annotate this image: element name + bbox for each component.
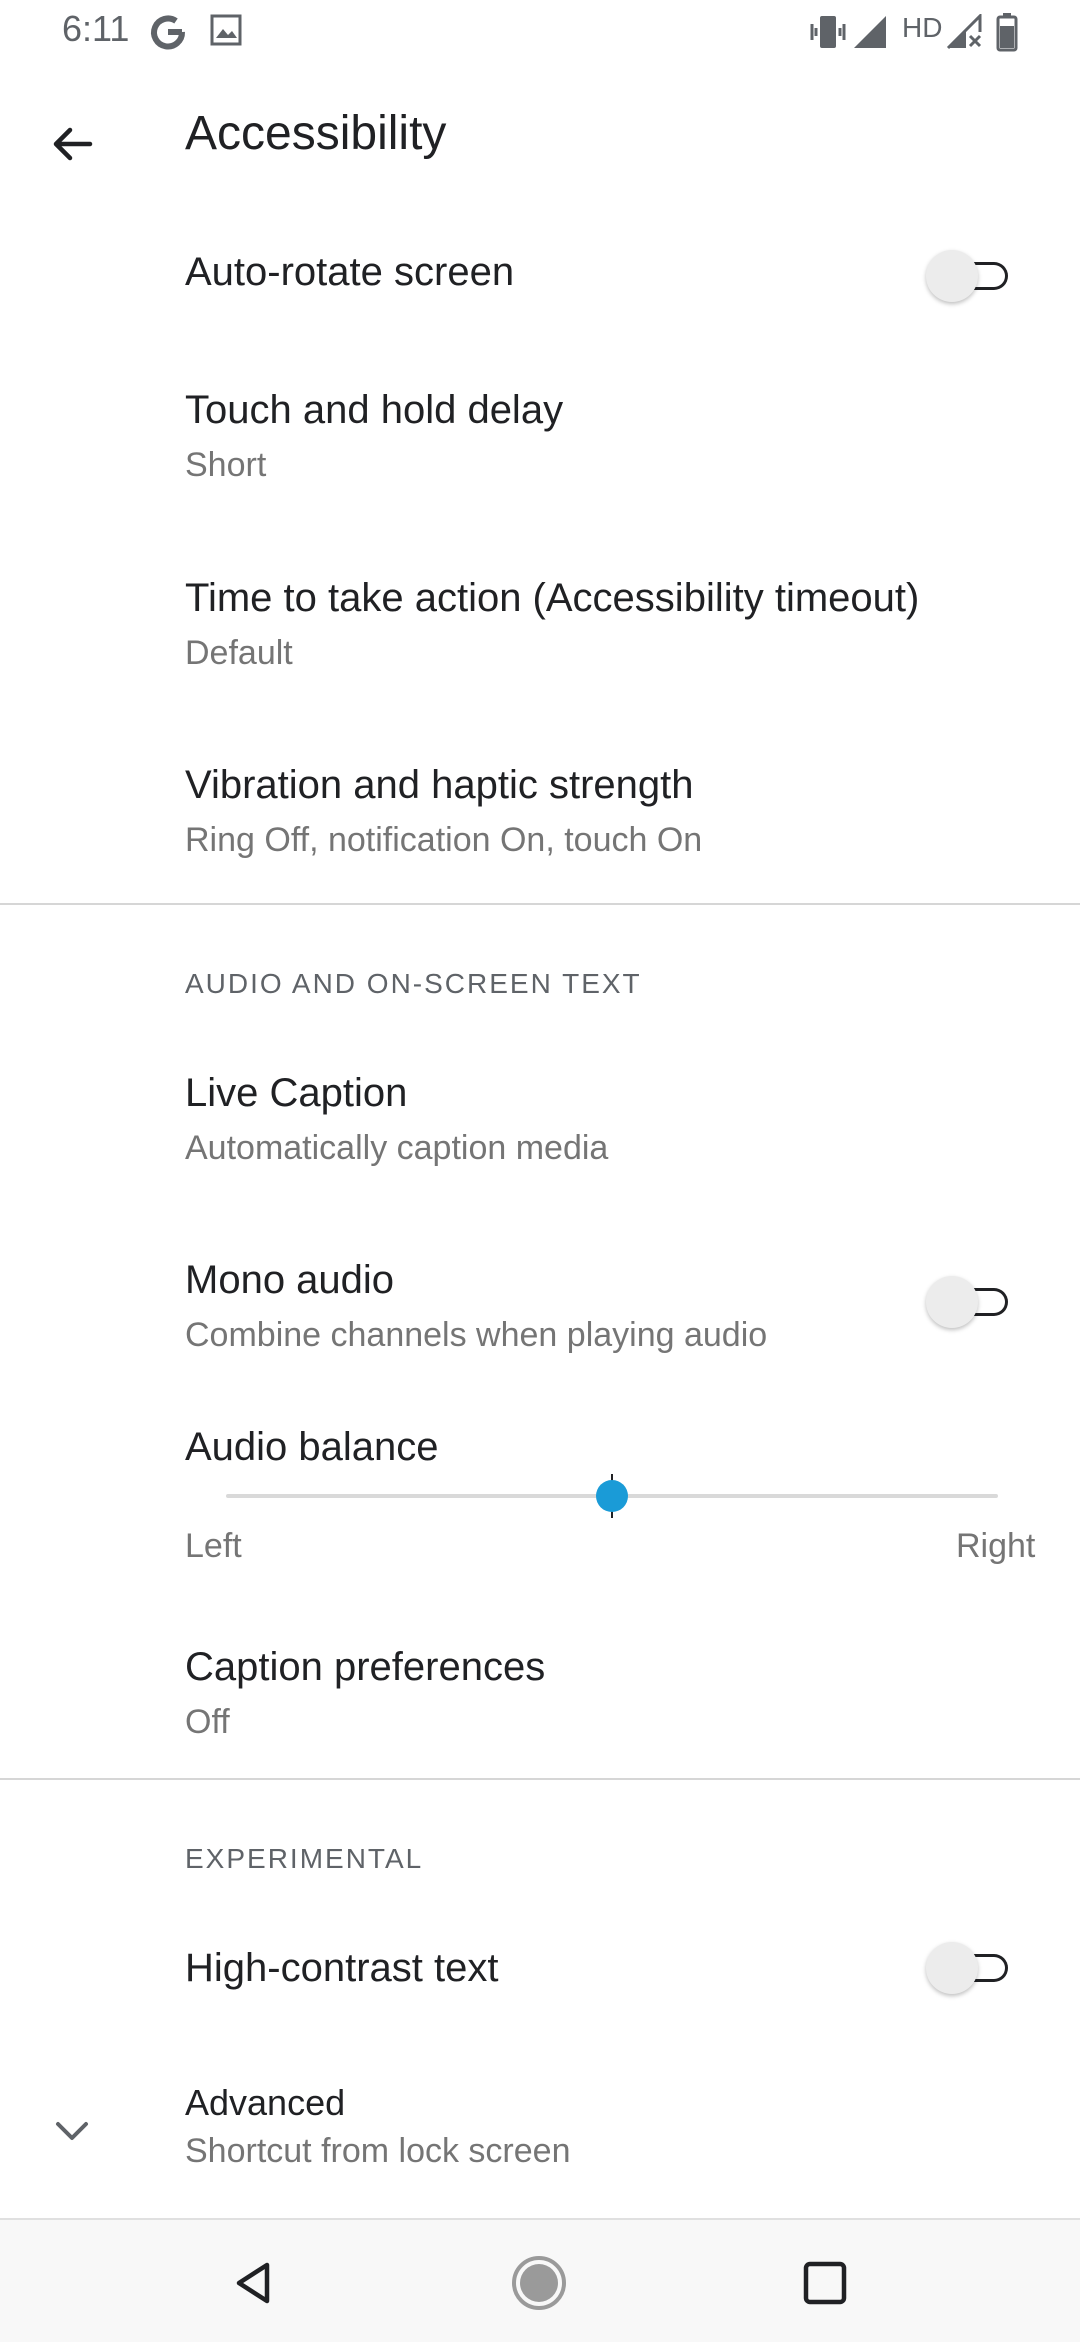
mono-audio-summary: Combine channels when playing audio — [185, 1316, 768, 1354]
signal-icon — [852, 14, 888, 55]
nav-back-icon — [236, 2262, 270, 2304]
signal-x-icon — [946, 12, 982, 55]
vibration-title: Vibration and haptic strength — [185, 763, 694, 807]
nav-recents-icon — [803, 2261, 847, 2305]
battery-icon — [996, 12, 1018, 57]
touch-hold-delay-title: Touch and hold delay — [185, 388, 564, 432]
status-bar: 6:11 HD — [0, 0, 1080, 64]
hd-label: HD — [902, 12, 943, 43]
section-header-experimental: EXPERIMENTAL — [185, 1843, 424, 1874]
caption-preferences-title: Caption preferences — [185, 1645, 546, 1689]
touch-hold-delay-row[interactable]: Touch and hold delay Short — [0, 360, 1080, 520]
live-caption-summary: Automatically caption media — [185, 1129, 609, 1167]
high-contrast-switch[interactable] — [922, 1940, 1014, 1996]
image-icon — [210, 14, 242, 51]
auto-rotate-switch[interactable] — [922, 248, 1014, 304]
audio-balance-thumb[interactable] — [596, 1480, 628, 1512]
caption-preferences-row[interactable]: Caption preferences Off — [0, 1617, 1080, 1777]
google-icon — [148, 12, 188, 57]
auto-rotate-row[interactable]: Auto-rotate screen — [0, 212, 1080, 340]
nav-home-icon — [512, 2256, 566, 2310]
mono-audio-title: Mono audio — [185, 1258, 395, 1302]
high-contrast-row[interactable]: High-contrast text — [0, 1910, 1080, 2030]
audio-balance-right-label: Right — [956, 1527, 1036, 1565]
arrow-back-icon — [53, 127, 93, 161]
status-time: 6:11 — [62, 8, 130, 49]
page-title: Accessibility — [185, 107, 447, 160]
caption-preferences-summary: Off — [185, 1703, 230, 1741]
time-to-take-action-title: Time to take action (Accessibility timeo… — [185, 576, 920, 620]
time-to-take-action-summary: Default — [185, 634, 293, 672]
vibration-row[interactable]: Vibration and haptic strength Ring Off, … — [0, 735, 1080, 895]
divider — [0, 903, 1080, 905]
navigation-bar — [0, 2218, 1080, 2342]
high-contrast-title: High-contrast text — [185, 1946, 499, 1990]
back-button[interactable] — [30, 102, 114, 186]
mono-audio-row[interactable]: Mono audio Combine channels when playing… — [0, 1230, 1080, 1390]
vibration-summary: Ring Off, notification On, touch On — [185, 821, 703, 859]
advanced-summary: Shortcut from lock screen — [185, 2132, 571, 2170]
touch-hold-delay-summary: Short — [185, 446, 267, 484]
app-bar: Accessibility — [0, 64, 1080, 212]
time-to-take-action-row[interactable]: Time to take action (Accessibility timeo… — [0, 548, 1080, 708]
audio-balance-left-label: Left — [185, 1527, 242, 1565]
live-caption-row[interactable]: Live Caption Automatically caption media — [0, 1043, 1080, 1203]
nav-home-button[interactable] — [494, 2238, 584, 2328]
chevron-down-icon — [52, 2112, 92, 2157]
vibrate-icon — [808, 12, 848, 57]
audio-balance-title: Audio balance — [185, 1425, 439, 1469]
divider — [0, 1778, 1080, 1780]
live-caption-title: Live Caption — [185, 1071, 408, 1115]
advanced-title: Advanced — [185, 2082, 346, 2123]
auto-rotate-title: Auto-rotate screen — [185, 250, 515, 294]
mono-audio-switch[interactable] — [922, 1274, 1014, 1330]
section-header-audio: AUDIO AND ON-SCREEN TEXT — [185, 968, 642, 999]
nav-back-button[interactable] — [208, 2238, 298, 2328]
nav-recents-button[interactable] — [780, 2238, 870, 2328]
advanced-row[interactable]: Advanced Shortcut from lock screen — [0, 2060, 1080, 2210]
